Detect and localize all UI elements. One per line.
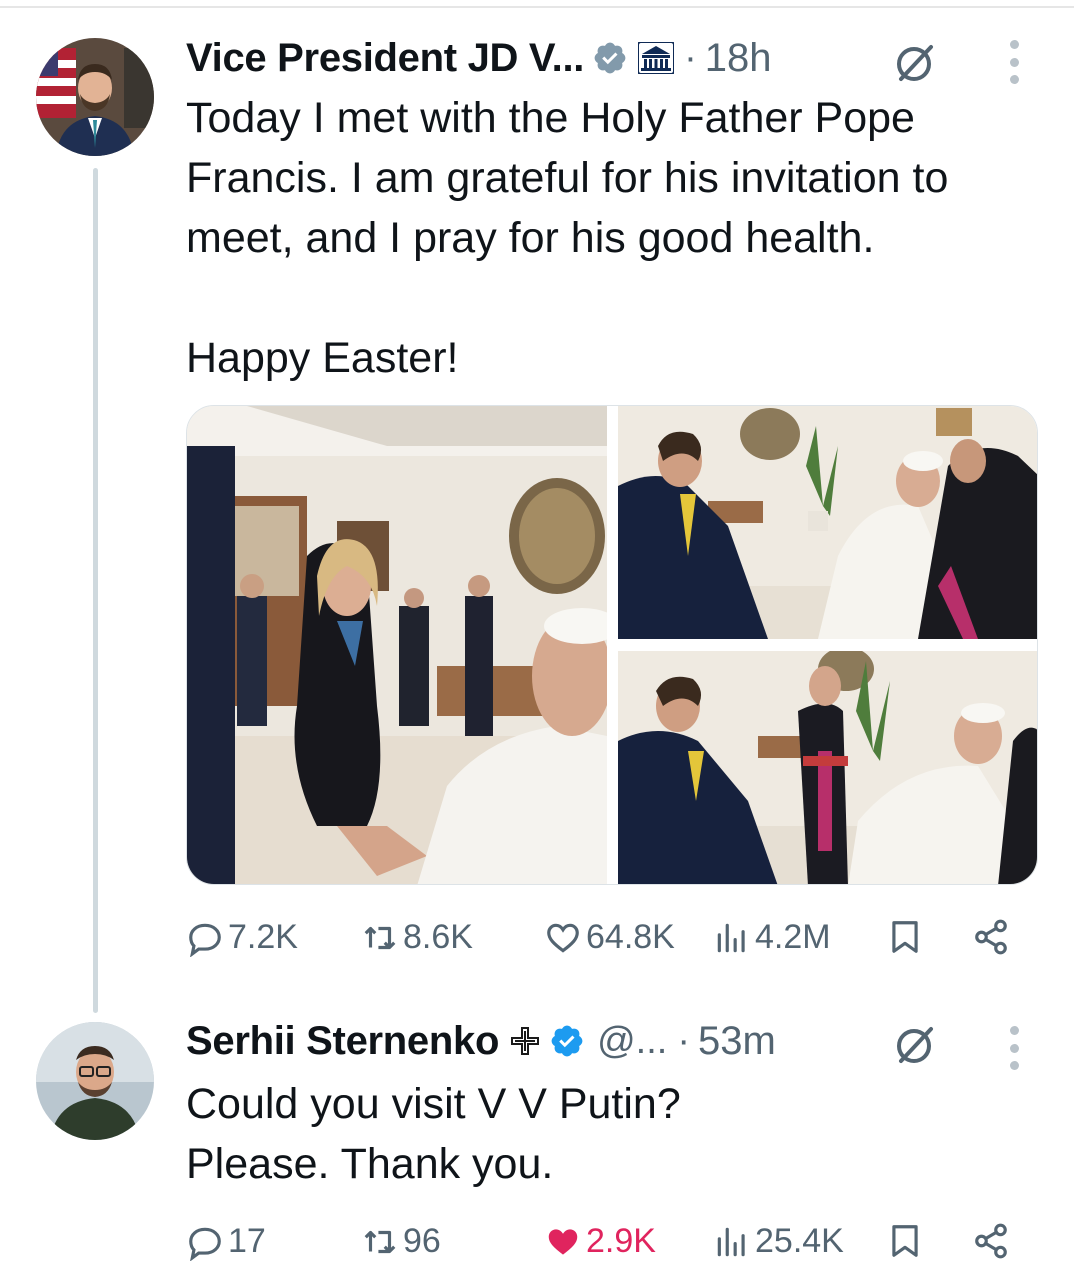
like-button[interactable]: 64.8K [544, 918, 675, 957]
tweet-photo[interactable] [187, 406, 607, 884]
cross-emoji-icon [509, 1025, 541, 1057]
reply-text-line: Please. Thank you. [186, 1140, 554, 1188]
repost-count: 96 [403, 1222, 441, 1260]
views-button[interactable]: 4.2M [713, 918, 831, 957]
share-button[interactable] [972, 1222, 1014, 1260]
verified-badge-icon [549, 1023, 585, 1059]
bookmark-icon [886, 918, 924, 956]
grok-icon[interactable] [892, 40, 938, 86]
separator-dot: · [684, 36, 697, 79]
tweet-media-grid[interactable] [186, 405, 1038, 885]
reply-header: Serhii Sternenko @... · 53m [186, 1016, 776, 1066]
tweet-photo[interactable] [618, 406, 1037, 639]
separator-dot: · [677, 1019, 690, 1062]
author-name[interactable]: Vice President JD V... [186, 36, 584, 81]
like-button[interactable]: 2.9K [544, 1222, 656, 1261]
like-icon [544, 1223, 582, 1261]
repost-button[interactable]: 8.6K [361, 918, 473, 957]
white-house-affiliation-icon[interactable] [638, 42, 675, 74]
thread-connector-line [93, 168, 98, 1013]
tweet-text-line: Francis. I am grateful for his invitatio… [186, 154, 949, 202]
timestamp[interactable]: 18h [705, 36, 772, 81]
reply-icon [186, 1223, 224, 1261]
verified-badge-icon [592, 40, 628, 76]
reply-author-name[interactable]: Serhii Sternenko [186, 1019, 499, 1064]
repost-icon [361, 919, 399, 957]
reply-action-bar: 17 96 2.9K 25.4K [186, 1218, 1022, 1268]
tweet-text-line: Happy Easter! [186, 334, 459, 382]
reply-timestamp[interactable]: 53m [698, 1019, 776, 1064]
like-icon [544, 919, 582, 957]
tweet-text-line: Today I met with the Holy Father Pope [186, 94, 915, 142]
bookmark-button[interactable] [886, 1222, 928, 1260]
views-icon [713, 919, 751, 957]
share-icon [972, 1222, 1010, 1260]
grok-icon[interactable] [892, 1022, 938, 1068]
views-button[interactable]: 25.4K [713, 1222, 844, 1261]
like-count: 64.8K [586, 918, 675, 956]
bookmark-icon [886, 1222, 924, 1260]
more-options-icon[interactable] [1008, 40, 1020, 84]
bookmark-button[interactable] [886, 918, 928, 956]
reply-count: 17 [228, 1222, 266, 1260]
tweet-photo[interactable] [618, 651, 1037, 884]
reply-button[interactable]: 17 [186, 1222, 266, 1261]
reply-text: Could you visit V V Putin? Please. Thank… [186, 1074, 1046, 1194]
reply-author-handle[interactable]: @... [597, 1020, 667, 1063]
repost-count: 8.6K [403, 918, 473, 956]
tweet-action-bar: 7.2K 8.6K 64.8K 4.2M [186, 914, 1022, 964]
reply-author-avatar[interactable] [36, 1022, 154, 1140]
reply-icon [186, 919, 224, 957]
repost-icon [361, 1223, 399, 1261]
views-icon [713, 1223, 751, 1261]
views-count: 25.4K [755, 1222, 844, 1260]
tweet-text-line: meet, and I pray for his good health. [186, 214, 875, 262]
share-button[interactable] [972, 918, 1014, 956]
tweet-text: Today I met with the Holy Father Pope Fr… [186, 88, 1046, 268]
like-count: 2.9K [586, 1222, 656, 1260]
views-count: 4.2M [755, 918, 831, 956]
top-divider [0, 6, 1074, 8]
more-options-icon[interactable] [1008, 1026, 1020, 1070]
reply-text-line: Could you visit V V Putin? [186, 1080, 681, 1128]
reply-button[interactable]: 7.2K [186, 918, 298, 957]
repost-button[interactable]: 96 [361, 1222, 441, 1261]
share-icon [972, 918, 1010, 956]
reply-count: 7.2K [228, 918, 298, 956]
tweet-header: Vice President JD V... · 18h [186, 33, 771, 83]
author-avatar[interactable] [36, 38, 154, 156]
